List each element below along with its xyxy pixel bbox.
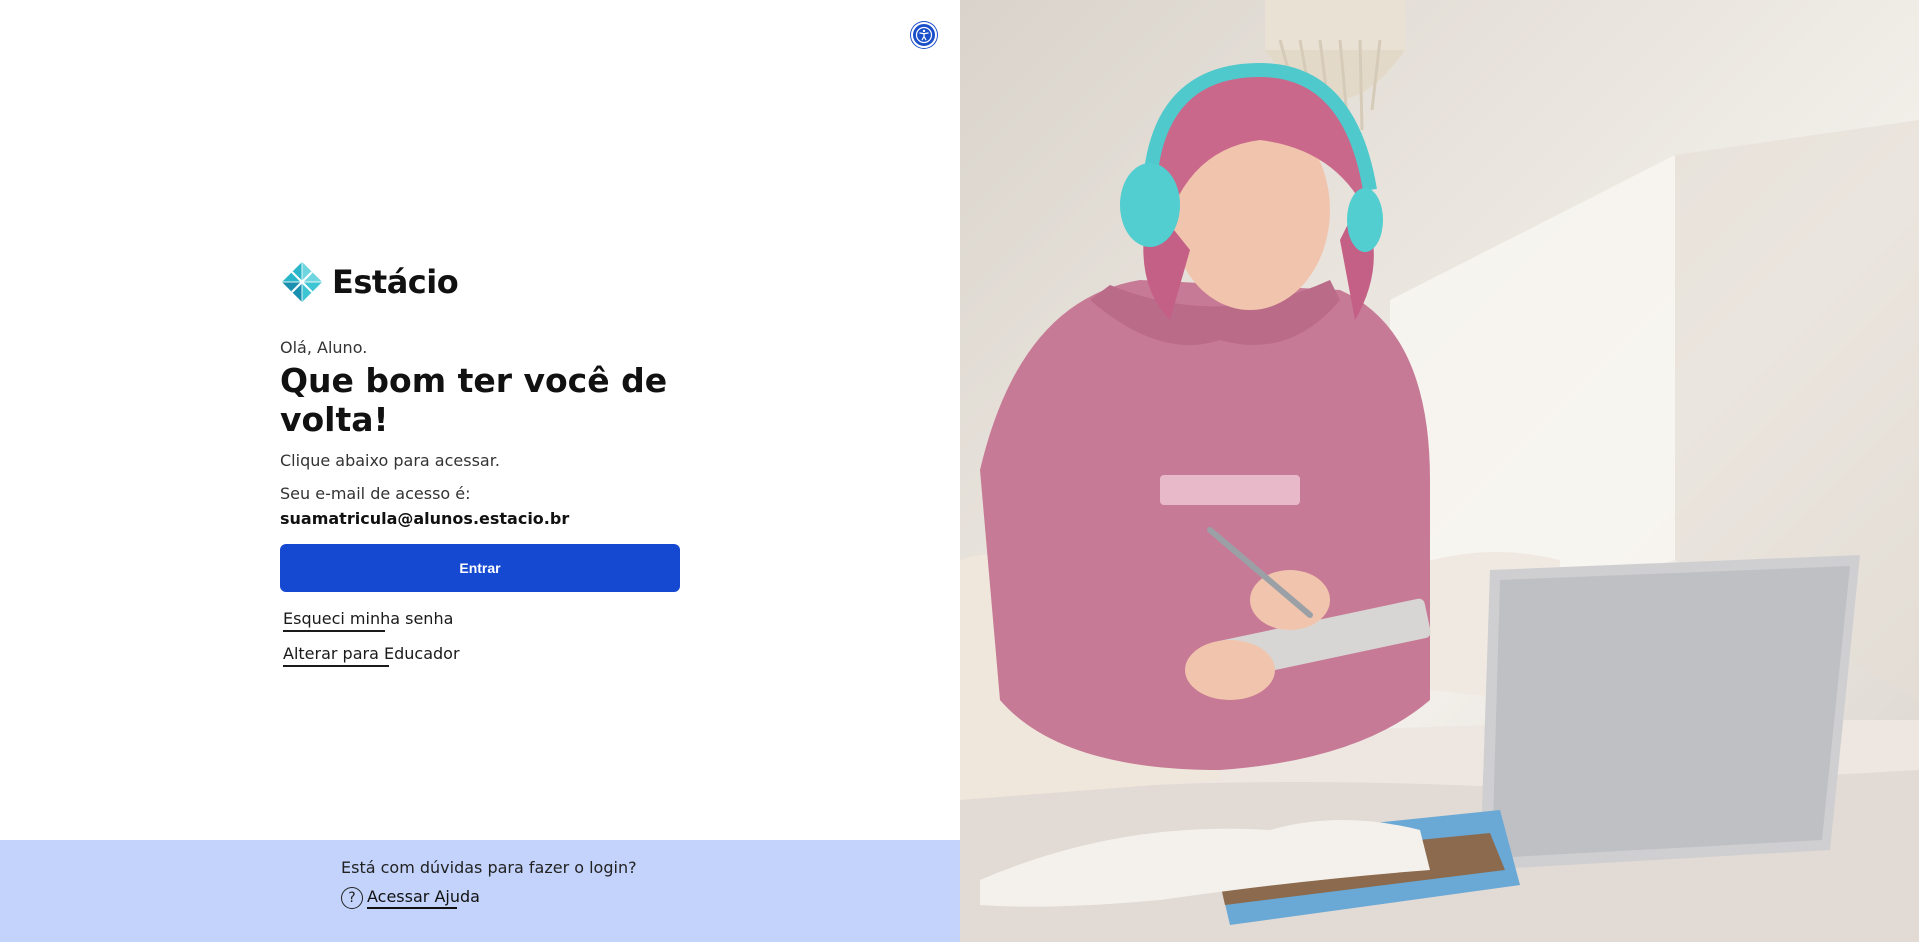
brand-name: Estácio [332,263,459,301]
switch-educator-row: Alterar para Educador [280,644,680,667]
student-studying-illustration [960,0,1919,942]
login-panel: Estácio Olá, Aluno. Que bom ter você de … [0,0,960,942]
help-circle-icon: ? [341,887,363,909]
instruction-text: Clique abaixo para acessar. [280,451,500,470]
help-question: Está com dúvidas para fazer o login? [341,858,637,877]
brand-logo: Estácio [280,258,680,306]
email-value: suamatricula@alunos.estacio.br [280,509,570,528]
greeting-text: Olá, Aluno. [280,338,368,357]
accessibility-button[interactable] [911,22,937,48]
accessibility-icon [915,26,933,44]
switch-to-educator-link[interactable]: Alterar para Educador [283,644,460,667]
estacio-logo-icon [282,262,322,302]
email-label: Seu e-mail de acesso é: [280,484,471,503]
forgot-password-row: Esqueci minha senha [280,609,680,632]
help-link[interactable]: ? Acessar Ajuda [341,887,637,909]
help-content: Está com dúvidas para fazer o login? ? A… [341,858,637,909]
person [980,62,1431,770]
forgot-password-link[interactable]: Esqueci minha senha [283,609,453,632]
hero-image [960,0,1919,942]
login-content: Estácio Olá, Aluno. Que bom ter você de … [280,258,680,667]
enter-button[interactable]: Entrar [280,544,680,592]
laptop [1480,555,1860,870]
page-title: Que bom ter você de volta! [280,361,668,439]
help-footer: Está com dúvidas para fazer o login? ? A… [0,840,960,942]
help-link-label[interactable]: Acessar Ajuda [367,887,480,909]
